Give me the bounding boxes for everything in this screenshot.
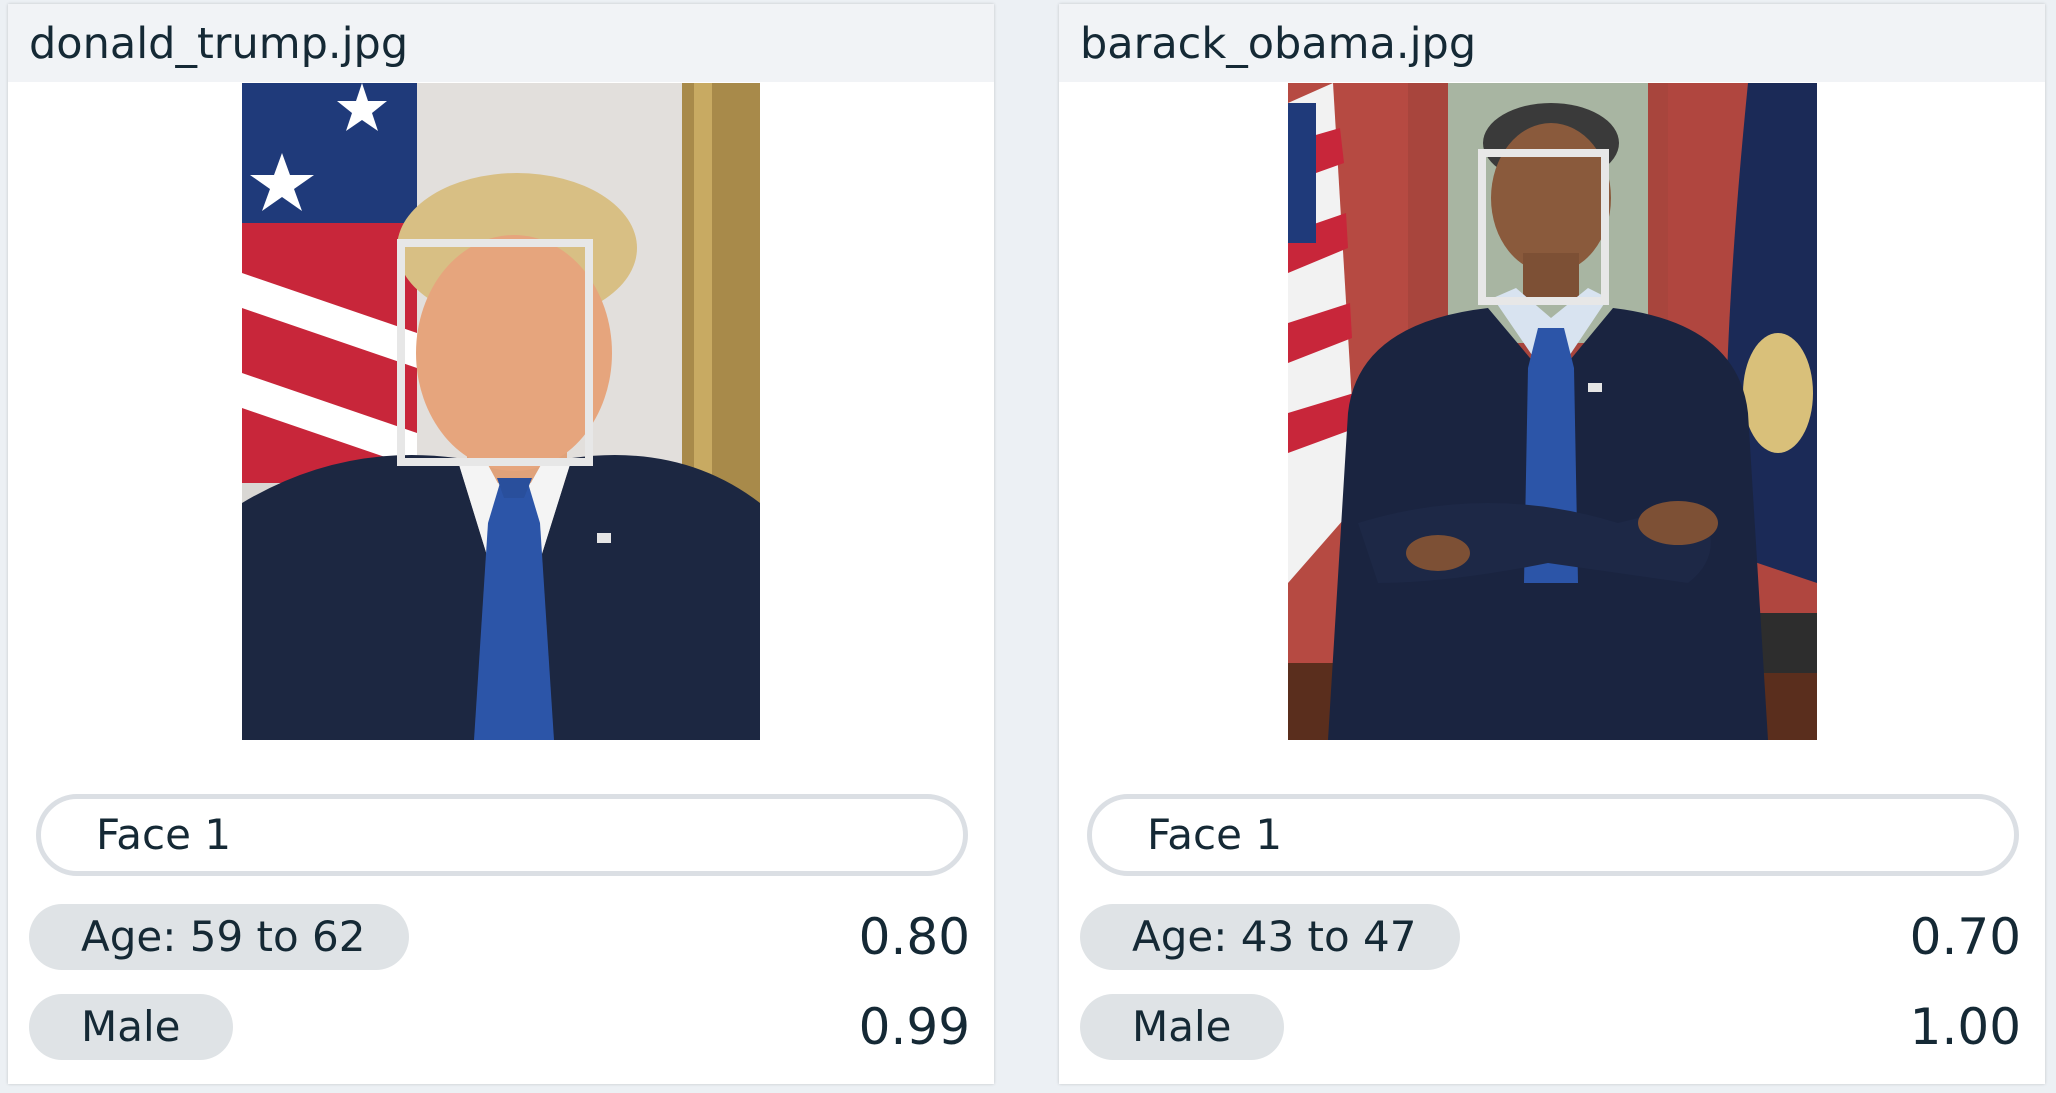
gender-tag: Male <box>1080 994 1284 1060</box>
age-score: 0.80 <box>858 908 970 966</box>
age-tag: Age: 59 to 62 <box>29 904 409 970</box>
gender-tag: Male <box>29 994 233 1060</box>
face-bounding-box <box>1478 149 1609 305</box>
age-tag: Age: 43 to 47 <box>1080 904 1460 970</box>
face-bounding-box <box>397 239 593 466</box>
age-score: 0.70 <box>1909 908 2021 966</box>
card-title: donald_trump.jpg <box>8 4 994 82</box>
gender-score: 1.00 <box>1909 998 2021 1056</box>
result-card-1: donald_trump.jpg Face 1 Age: 59 to 62 0.… <box>8 4 994 1084</box>
face-selector[interactable]: Face 1 <box>1087 794 2019 876</box>
card-title: barack_obama.jpg <box>1059 4 2045 82</box>
result-card-2: barack_obama.jpg Face 1 Age: 43 to 47 0.… <box>1059 4 2045 1084</box>
gender-score: 0.99 <box>858 998 970 1056</box>
face-selector[interactable]: Face 1 <box>36 794 968 876</box>
